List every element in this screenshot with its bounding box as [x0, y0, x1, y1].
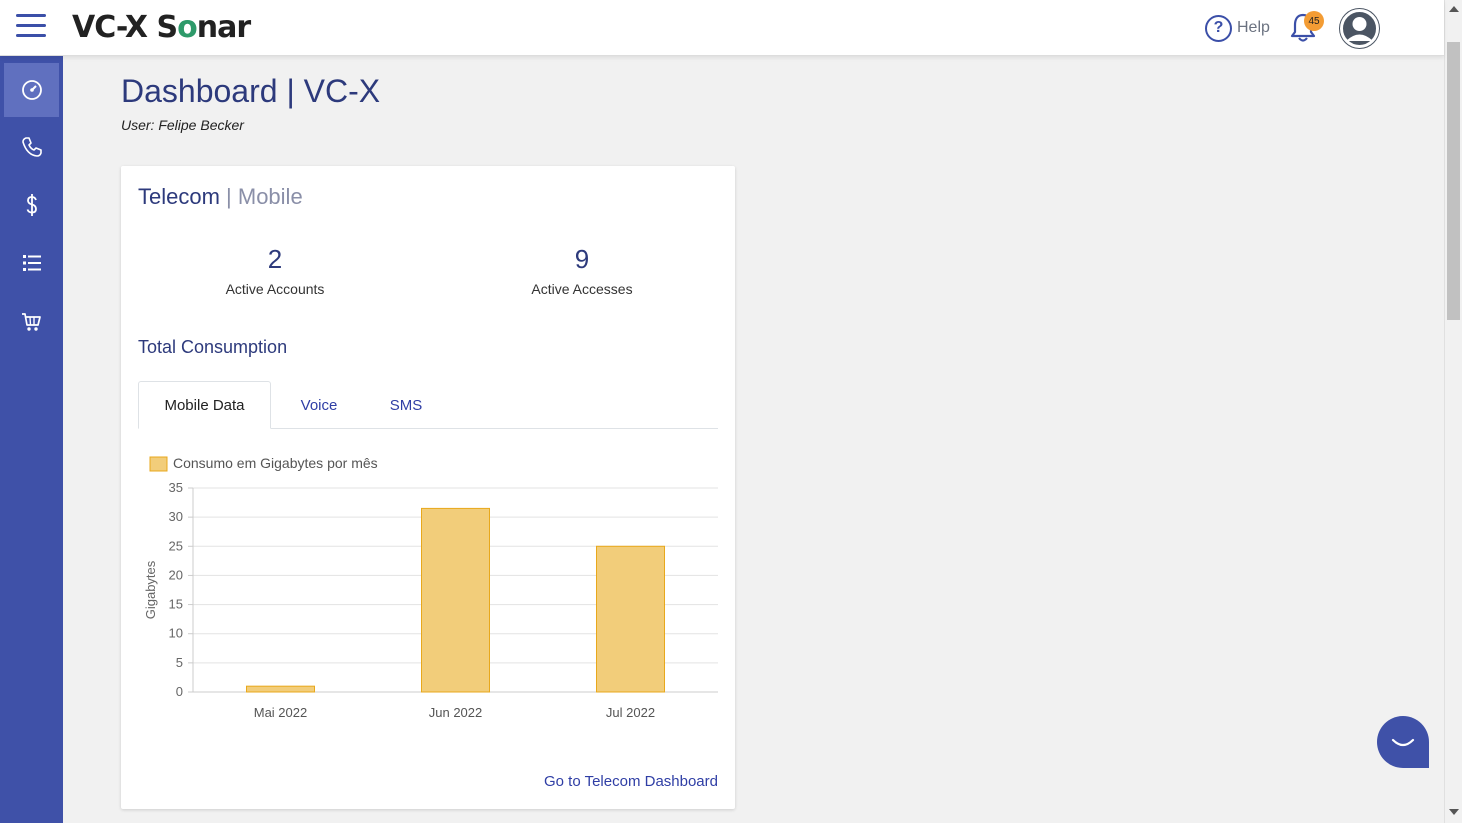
legend-label: Consumo em Gigabytes por mês: [173, 455, 378, 471]
x-tick-label: Jun 2022: [429, 705, 483, 720]
hamburger-menu-icon[interactable]: [16, 14, 48, 40]
stat-value: 9: [574, 244, 590, 274]
chat-smile-icon: [1391, 738, 1415, 747]
y-tick-label: 30: [169, 509, 183, 524]
sidebar-item-billing[interactable]: [4, 178, 59, 232]
notification-badge: 45: [1304, 11, 1324, 31]
y-tick-label: 5: [176, 655, 183, 670]
scroll-thumb[interactable]: [1447, 42, 1460, 320]
y-axis-label: Gigabytes: [143, 560, 158, 619]
x-tick-label: Jul 2022: [606, 705, 655, 720]
section-title: Total Consumption: [138, 337, 288, 357]
user-line: User: Felipe Becker: [121, 117, 244, 133]
top-bar: VC-X Sonar ? Help 45: [0, 0, 1444, 56]
card-title: Telecom | Mobile: [138, 184, 303, 209]
bar-mai-2022: [246, 685, 315, 693]
help-icon: ?: [1205, 14, 1232, 42]
stat-active-accesses: 9 Active Accesses: [482, 244, 682, 297]
y-tick-label: 35: [169, 480, 183, 495]
stat-active-accounts: 2 Active Accounts: [175, 244, 375, 297]
consumption-bar-chart: Consumo em Gigabytes por mês 0 5 10 15 20 25 30…: [143, 455, 718, 720]
legend-swatch: [149, 456, 168, 472]
tab-voice[interactable]: Voice: [283, 381, 355, 429]
sidebar-item-cart[interactable]: [4, 295, 59, 349]
user-avatar-icon: [1340, 9, 1379, 48]
user-avatar[interactable]: [1339, 8, 1380, 49]
dashboard-gauge-icon: [21, 80, 42, 100]
tab-mobile-data[interactable]: Mobile Data: [138, 381, 271, 429]
consumption-tabs: Mobile Data Voice SMS: [138, 381, 718, 429]
telecom-card: Telecom | Mobile 2 Active Accounts 9 Act…: [121, 166, 735, 809]
phone-icon: [21, 137, 42, 157]
sidebar-item-telecom[interactable]: [4, 120, 59, 174]
x-tick-label: Mai 2022: [254, 705, 307, 720]
y-tick-label: 20: [169, 567, 183, 582]
cart-icon: [21, 313, 41, 331]
dollar-icon: [26, 194, 37, 216]
bar-jun-2022: [421, 507, 490, 693]
help-label: Help: [1237, 19, 1270, 36]
tab-sms[interactable]: SMS: [373, 381, 439, 429]
go-to-telecom-dashboard-link[interactable]: Go to Telecom Dashboard: [544, 773, 718, 790]
scroll-up-arrow-icon[interactable]: [1449, 6, 1459, 12]
bar-jul-2022: [596, 545, 665, 693]
y-tick-label: 15: [169, 597, 183, 612]
stat-label: Active Accesses: [531, 281, 633, 297]
sidebar: [0, 56, 63, 823]
y-tick-label: 10: [169, 626, 183, 641]
page-title: Dashboard | VC-X: [121, 73, 381, 109]
main-content: Dashboard | VC-X User: Felipe Becker Tel…: [63, 56, 1444, 823]
stat-label: Active Accounts: [225, 281, 325, 297]
sidebar-item-dashboard[interactable]: [4, 63, 59, 117]
list-icon: [22, 255, 41, 271]
stat-value: 2: [267, 244, 283, 274]
chat-button[interactable]: [1377, 716, 1429, 768]
y-tick-label: 0: [176, 684, 183, 699]
y-tick-label: 25: [169, 538, 183, 553]
sidebar-item-list[interactable]: [4, 236, 59, 290]
help-button[interactable]: ? Help: [1205, 14, 1270, 42]
scroll-down-arrow-icon[interactable]: [1449, 809, 1459, 815]
page-scrollbar[interactable]: [1444, 0, 1462, 823]
app-logo[interactable]: VC-X Sonar: [72, 10, 251, 45]
